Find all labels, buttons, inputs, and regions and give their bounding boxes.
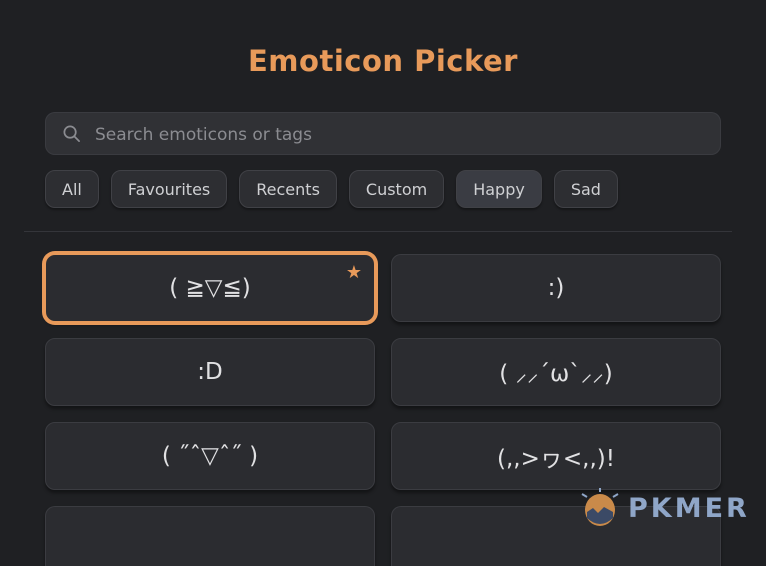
- watermark-text: PKMER: [628, 492, 750, 524]
- search-icon: [63, 125, 80, 142]
- emoticon-card[interactable]: :): [391, 254, 721, 322]
- filter-chip-happy[interactable]: Happy: [456, 170, 542, 208]
- filter-chip-favourites[interactable]: Favourites: [110, 170, 228, 208]
- pkmer-watermark: PKMER: [580, 487, 750, 529]
- filter-chips: All Favourites Recents Custom Happy Sad: [45, 170, 618, 210]
- emoticon-text: :): [547, 275, 565, 301]
- page-title: Emoticon Picker: [248, 44, 518, 78]
- emoticon-card[interactable]: :D: [45, 338, 375, 406]
- pkmer-logo-icon: [581, 488, 619, 526]
- emoticon-card[interactable]: ( ⸝⸝´ω`⸝⸝): [391, 338, 721, 406]
- emoticon-text: ( ⸝⸝´ω`⸝⸝): [499, 361, 613, 387]
- emoticon-text: (,,>ヮ<,,)!: [497, 446, 615, 472]
- search-bar[interactable]: [45, 112, 721, 157]
- emoticon-text: ( ≧▽≦): [169, 275, 251, 301]
- emoticon-card[interactable]: ( ≧▽≦) ★: [45, 254, 375, 322]
- search-input[interactable]: [93, 112, 707, 157]
- filter-chip-custom[interactable]: Custom: [348, 170, 445, 208]
- emoticon-card[interactable]: (,,>ヮ<,,)!: [391, 422, 721, 490]
- divider: [24, 231, 732, 232]
- filter-chip-all[interactable]: All: [45, 170, 99, 208]
- emoticon-card[interactable]: ( ˝ˆ▽ˆ˝ ): [45, 422, 375, 490]
- emoticon-card[interactable]: [45, 506, 375, 566]
- filter-chip-recents[interactable]: Recents: [239, 170, 337, 208]
- emoticon-text: ( ˝ˆ▽ˆ˝ ): [161, 443, 259, 469]
- emoticon-text: :D: [197, 359, 223, 385]
- favourite-star-icon[interactable]: ★: [346, 262, 362, 283]
- filter-chip-sad[interactable]: Sad: [553, 170, 618, 208]
